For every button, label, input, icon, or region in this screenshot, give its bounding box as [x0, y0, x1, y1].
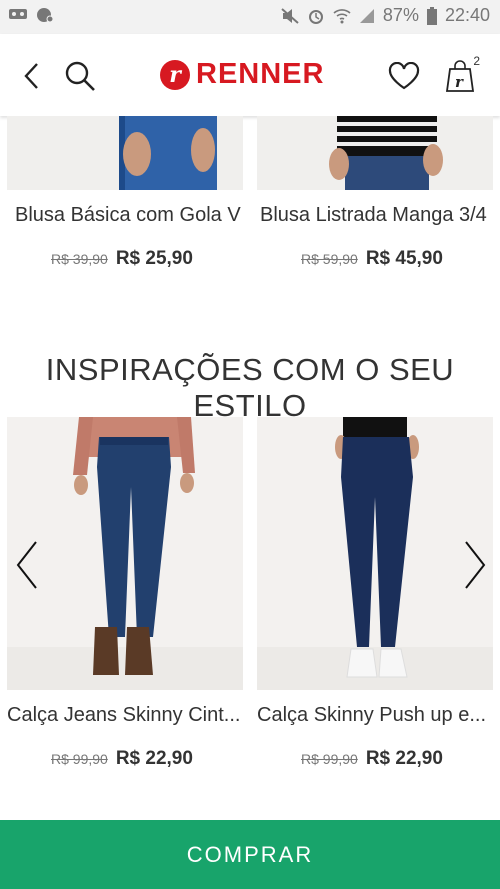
product-name[interactable]: Blusa Listrada Manga 3/4: [260, 204, 496, 227]
notification-icon: [37, 8, 54, 23]
battery-icon: [426, 6, 437, 25]
section-title: INSPIRAÇÕES COM O SEU ESTILO: [45, 352, 455, 423]
old-price: R$ 99,90: [301, 751, 358, 767]
signal-icon: [359, 8, 374, 23]
sale-price: R$ 22,90: [115, 748, 193, 769]
carousel-prev-button[interactable]: [12, 540, 44, 590]
app-header: r RENNER r 2: [0, 34, 500, 116]
product-price: R$ 59,90 R$ 45,90: [301, 248, 443, 270]
heart-icon: [388, 62, 420, 90]
svg-text:r: r: [455, 73, 464, 91]
logo-text: RENNER: [196, 58, 325, 90]
sale-price: R$ 45,90: [365, 248, 443, 269]
wishlist-button[interactable]: [384, 56, 424, 96]
product-price: R$ 99,90 R$ 22,90: [51, 748, 193, 770]
product-image[interactable]: [7, 116, 243, 190]
battery-level: 87%: [382, 5, 419, 25]
sale-price: R$ 22,90: [365, 748, 443, 769]
cart-button[interactable]: r 2: [440, 54, 480, 96]
mute-icon: [281, 7, 299, 24]
sale-price: R$ 25,90: [115, 248, 193, 269]
status-bar: 87% 22:40: [0, 0, 500, 34]
search-icon: [65, 61, 95, 91]
wifi-icon: [333, 8, 351, 23]
product-image[interactable]: [257, 116, 493, 190]
logo-mark: r: [160, 59, 190, 90]
bag-icon: r: [445, 60, 475, 92]
clock: 22:40: [444, 5, 490, 25]
old-price: R$ 59,90: [301, 251, 358, 267]
old-price: R$ 39,90: [51, 251, 108, 267]
carousel-next-button[interactable]: [458, 540, 490, 590]
product-photo: [257, 116, 493, 190]
cart-count-badge: 2: [473, 54, 480, 68]
product-name[interactable]: Blusa Básica com Gola V: [15, 204, 251, 227]
product-name[interactable]: Calça Jeans Skinny Cint...: [7, 704, 243, 727]
buy-button[interactable]: COMPRAR: [0, 820, 500, 889]
renner-logo[interactable]: r RENNER: [160, 58, 324, 91]
product-price: R$ 99,90 R$ 22,90: [301, 748, 443, 770]
product-price: R$ 39,90 R$ 25,90: [51, 248, 193, 270]
back-icon: [24, 63, 38, 89]
voicemail-icon: [9, 9, 27, 19]
old-price: R$ 99,90: [51, 751, 108, 767]
product-photo: [7, 116, 243, 190]
chevron-right-icon: [465, 541, 486, 589]
chevron-left-icon: [16, 541, 37, 589]
search-button[interactable]: [60, 56, 100, 96]
product-name[interactable]: Calça Skinny Push up e...: [257, 704, 493, 727]
back-button[interactable]: [12, 56, 52, 96]
alarm-icon: [308, 9, 323, 24]
